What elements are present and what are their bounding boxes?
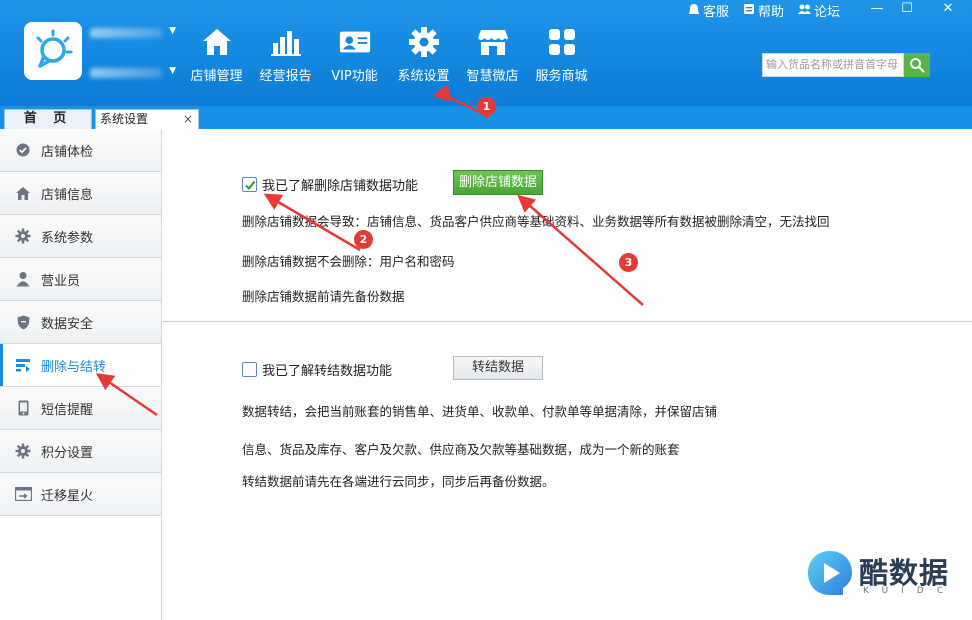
help-link[interactable]: 帮助 — [743, 1, 784, 20]
maximize-button[interactable]: ☐ — [898, 0, 916, 18]
nav-store-management[interactable]: 店铺管理 — [182, 26, 251, 88]
close-window-button[interactable]: ✕ — [939, 0, 957, 18]
minimize-button[interactable]: — — [868, 0, 886, 18]
nav-label: 服务商城 — [535, 69, 588, 84]
tab-close-icon[interactable]: × — [183, 110, 193, 128]
shop-awning-icon — [476, 26, 510, 58]
tab-home[interactable]: 首 页 — [4, 109, 92, 129]
top-link-label: 客服 — [703, 5, 730, 20]
annotation-badge-1: 1 — [477, 97, 496, 116]
sidebar-item-store-check[interactable]: 店铺体检 — [0, 129, 161, 172]
delete-store-data-button[interactable]: 删除店铺数据 — [453, 170, 543, 195]
forum-link[interactable]: 论坛 — [798, 1, 840, 20]
tab-system-settings[interactable]: 系统设置 × — [95, 109, 199, 129]
product-search-input[interactable]: 输入货品名称或拼音首字母 — [762, 53, 904, 77]
delete-transfer-panel: 我已了解删除店铺数据功能 删除店铺数据 删除店铺数据会导致：店铺信息、货品客户供… — [163, 129, 972, 620]
watermark: 酷数据 KUIDC — [805, 548, 955, 604]
transfer-ack-checkbox[interactable] — [242, 362, 257, 377]
annotation-badge-2: 2 — [354, 230, 373, 249]
customer-service-link[interactable]: 客服 — [688, 1, 729, 20]
settings-sidebar: 店铺体检 店铺信息 系统参数 营业员 数据安全 删除与结转 短信提醒 积分设置 … — [0, 129, 162, 620]
sidebar-item-label: 积分设置 — [41, 445, 94, 461]
transfer-desc-text-2: 信息、货品及库存、客户及欠款、供应商及欠款等基础数据，成为一个新的账套 — [242, 442, 680, 457]
nav-label: VIP功能 — [331, 69, 378, 84]
delete-keep-text: 删除店铺数据不会删除：用户名和密码 — [242, 254, 455, 269]
transfer-sync-text: 转结数据前请先在各端进行云同步，同步后再备份数据。 — [242, 474, 555, 489]
main-nav: 店铺管理 经营报告 VIP功能 系统设置 智慧微店 服务商城 — [182, 26, 596, 88]
app-header: ▼ ▼ 店铺管理 经营报告 VIP功能 系统设置 智慧微店 服务商城 客服 帮助… — [0, 0, 972, 106]
nav-label: 智慧微店 — [466, 69, 519, 84]
sidebar-item-label: 数据安全 — [41, 316, 94, 332]
store-name-blurred[interactable]: ▼ — [90, 26, 182, 40]
transfer-data-button[interactable]: 转结数据 — [453, 356, 543, 380]
check-circle-icon — [14, 141, 32, 159]
gear-icon — [14, 227, 32, 245]
vip-card-icon — [338, 26, 372, 58]
gear-icon — [407, 26, 441, 58]
delete-warning-text: 删除店铺数据会导致：店铺信息、货品客户供应商等基础资料、业务数据等所有数据被删除… — [242, 214, 830, 229]
nav-vip[interactable]: VIP功能 — [320, 26, 389, 88]
app-logo — [24, 22, 82, 80]
delete-transfer-icon — [14, 356, 32, 374]
shield-icon — [14, 313, 32, 331]
sidebar-item-label: 迁移星火 — [41, 488, 94, 504]
store-home-icon — [200, 26, 234, 58]
top-link-label: 帮助 — [758, 5, 785, 20]
sidebar-item-label: 系统参数 — [41, 230, 94, 246]
sidebar-item-store-info[interactable]: 店铺信息 — [0, 172, 161, 215]
sidebar-item-label: 店铺体检 — [41, 144, 94, 160]
sidebar-item-system-params[interactable]: 系统参数 — [0, 215, 161, 258]
sidebar-item-label: 店铺信息 — [41, 187, 94, 203]
nav-system-settings[interactable]: 系统设置 — [389, 26, 458, 88]
grid-apps-icon — [545, 26, 579, 58]
delete-ack-checkbox-row[interactable]: 我已了解删除店铺数据功能 — [242, 175, 418, 194]
sidebar-item-data-security[interactable]: 数据安全 — [0, 301, 161, 344]
nav-label: 经营报告 — [259, 69, 312, 84]
transfer-desc-text-1: 数据转结，会把当前账套的销售单、进货单、收款单、付款单等单据清除，并保留店铺 — [242, 404, 718, 419]
watermark-subtext: KUIDC — [863, 586, 957, 596]
checkmark-icon — [244, 180, 255, 190]
delete-ack-checkbox[interactable] — [242, 177, 257, 192]
nav-service-mall[interactable]: 服务商城 — [527, 26, 596, 88]
sidebar-item-migrate[interactable]: 迁移星火 — [0, 473, 161, 516]
person-icon — [14, 270, 32, 288]
sidebar-item-label: 删除与结转 — [41, 359, 107, 375]
sidebar-item-delete-transfer[interactable]: 删除与结转 — [0, 344, 161, 387]
sidebar-item-sms-reminder[interactable]: 短信提醒 — [0, 387, 161, 430]
tab-label: 系统设置 — [100, 112, 149, 126]
top-links: 客服 帮助 论坛 — [688, 1, 854, 20]
nav-business-report[interactable]: 经营报告 — [251, 26, 320, 88]
top-link-label: 论坛 — [814, 5, 841, 20]
watermark-logo-icon — [808, 551, 852, 595]
nav-label: 店铺管理 — [190, 69, 243, 84]
nav-label: 系统设置 — [397, 69, 450, 84]
search-button[interactable] — [904, 53, 930, 77]
account-switcher[interactable]: ▼ ▼ — [90, 26, 182, 94]
search-icon — [910, 58, 925, 73]
delete-ack-label: 我已了解删除店铺数据功能 — [262, 179, 419, 194]
dropdown-arrow-icon: ▼ — [169, 26, 176, 36]
section-divider — [163, 321, 972, 322]
sidebar-item-label: 营业员 — [41, 273, 81, 289]
migrate-icon — [14, 485, 32, 503]
help-icon — [743, 3, 755, 18]
gear-icon — [14, 442, 32, 460]
sidebar-item-points-settings[interactable]: 积分设置 — [0, 430, 161, 473]
sidebar-item-salesperson[interactable]: 营业员 — [0, 258, 161, 301]
nav-smart-store[interactable]: 智慧微店 — [458, 26, 527, 88]
transfer-ack-label: 我已了解转结数据功能 — [262, 364, 393, 379]
sidebar-item-label: 短信提醒 — [41, 402, 94, 418]
customer-service-icon — [688, 3, 700, 19]
phone-icon — [14, 399, 32, 417]
user-name-blurred[interactable]: ▼ — [90, 60, 182, 78]
transfer-ack-checkbox-row[interactable]: 我已了解转结数据功能 — [242, 360, 392, 379]
bar-chart-icon — [269, 26, 303, 58]
annotation-badge-3: 3 — [619, 253, 638, 272]
house-icon — [14, 184, 32, 202]
dropdown-arrow-icon: ▼ — [169, 66, 176, 76]
lightbulb-logo-icon — [36, 29, 73, 68]
delete-backup-text: 删除店铺数据前请先备份数据 — [242, 289, 405, 304]
forum-icon — [798, 3, 812, 18]
